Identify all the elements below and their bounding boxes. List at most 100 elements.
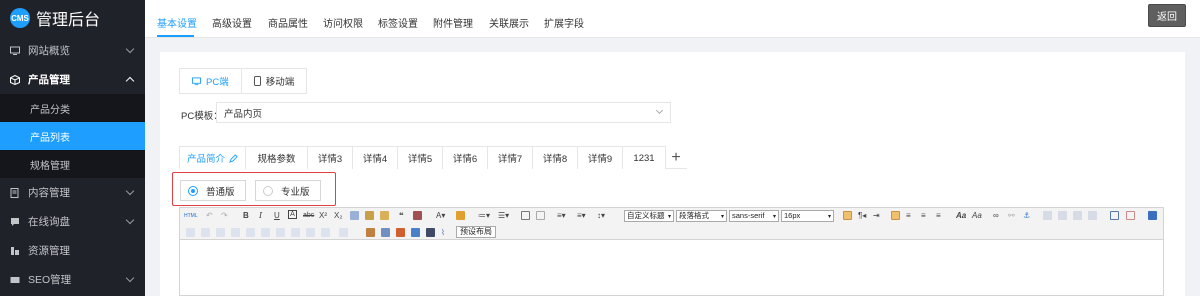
image-right-icon[interactable] [1073,211,1082,220]
unordered-list-icon[interactable]: ☰▾ [498,210,509,222]
lowercase-icon[interactable]: Aa [972,210,982,222]
page-break-icon[interactable] [426,228,435,237]
fullscreen-icon[interactable] [1148,211,1157,220]
align-center-icon[interactable]: ≡ [906,210,911,222]
tab-mobile[interactable]: 移动端 [242,69,307,93]
sidebar-item-inquiry[interactable]: 在线询盘 [0,207,145,236]
italic-icon[interactable]: I [259,210,262,222]
tab-tag-settings[interactable]: 标签设置 [378,15,418,30]
clear-doc-icon[interactable] [536,211,545,220]
tab-pc[interactable]: PC端 [180,69,242,93]
image-left-icon[interactable] [1058,211,1067,220]
insert-video-icon[interactable] [396,228,405,237]
table-props-icon[interactable] [339,228,348,237]
detail-tab-3[interactable]: 详情3 [307,146,353,169]
delete-col-icon[interactable] [231,228,240,237]
template-select[interactable]: 产品内页 [216,102,671,123]
uppercase-icon[interactable]: Aa [956,210,966,222]
add-detail-tab-button[interactable]: + [665,146,687,169]
merge-cells-icon[interactable] [246,228,255,237]
merge-down-icon[interactable] [276,228,285,237]
paste-text-icon[interactable] [413,211,422,220]
merge-right-icon[interactable] [261,228,270,237]
tab-attachment-management[interactable]: 附件管理 [433,15,473,30]
link-icon[interactable]: ∞ [993,210,999,222]
insert-image-icon[interactable] [366,228,375,237]
ordered-list-icon[interactable]: ≔▾ [478,210,490,222]
auto-format-icon[interactable] [380,211,389,220]
superscript-icon[interactable]: X² [319,210,327,222]
multi-image-icon[interactable] [381,228,390,237]
highlight-color-icon[interactable] [456,211,465,220]
split-cells-icon[interactable] [291,228,300,237]
detail-tab-6[interactable]: 详情6 [442,146,488,169]
detail-tab-8[interactable]: 详情8 [532,146,578,169]
undo-icon[interactable]: ↶ [206,210,213,222]
sidebar-item-product-list[interactable]: 产品列表 [0,122,145,150]
detail-tab-7[interactable]: 详情7 [487,146,533,169]
paragraph-format-select[interactable]: 段落格式 ▾ [676,210,727,222]
preset-layout-button[interactable]: 预设布局 [456,226,496,238]
sidebar-item-spec-management[interactable]: 规格管理 [0,150,145,178]
ltr-direction-icon[interactable] [843,211,852,220]
split-rows-icon[interactable] [306,228,315,237]
align-right-icon[interactable]: ≡ [921,210,926,222]
detail-tab-5[interactable]: 详情5 [397,146,443,169]
line-height-icon[interactable]: ↕▾ [597,210,605,222]
bold-icon[interactable]: B [243,210,249,222]
image-center-icon[interactable] [1088,211,1097,220]
row-spacing-bottom-icon[interactable]: ≡▾ [577,210,586,222]
tab-related-display[interactable]: 关联展示 [489,15,529,30]
back-button[interactable]: 返回 [1148,4,1186,27]
edition-pro-radio[interactable]: 专业版 [255,180,321,201]
select-all-icon[interactable] [521,211,530,220]
sidebar-item-product-category[interactable]: 产品分类 [0,94,145,122]
redo-icon[interactable]: ↷ [221,210,228,222]
anchor-icon[interactable]: ⚓ [1023,210,1030,222]
font-family-select[interactable]: sans-serif ▾ [729,210,779,222]
format-brush-icon[interactable] [365,211,374,220]
indent-icon[interactable]: ⇥ [873,210,880,222]
image-none-icon[interactable] [1043,211,1052,220]
insert-date-icon[interactable] [411,228,420,237]
detail-tab-9[interactable]: 详情9 [577,146,623,169]
tab-product-attributes[interactable]: 商品属性 [268,15,308,30]
underline-icon[interactable]: U [274,210,280,222]
detail-tab-intro[interactable]: 产品简介 [179,146,246,169]
row-spacing-top-icon[interactable]: ≡▾ [557,210,566,222]
html-source-button[interactable]: HTML [184,210,198,222]
strikethrough-icon[interactable]: abc [303,210,314,222]
sidebar-item-overview[interactable]: 网站概览 [0,36,145,65]
split-cols-icon[interactable] [321,228,330,237]
sidebar-item-seo[interactable]: SEO管理 [0,265,145,294]
logo[interactable]: CMS 管理后台 [0,0,145,36]
custom-heading-select[interactable]: 自定义标题 ▾ [624,210,674,222]
unlink-icon[interactable]: ⚯ [1008,210,1015,222]
sidebar-item-products[interactable]: 产品管理 [0,65,145,94]
tab-basic-settings[interactable]: 基本设置 [157,15,197,30]
tab-extended-fields[interactable]: 扩展字段 [544,15,584,30]
align-justify-icon[interactable]: ≡ [936,210,941,222]
blockquote-icon[interactable]: ❝ [399,210,404,222]
eraser-icon[interactable] [350,211,359,220]
delete-table-icon[interactable] [1126,211,1135,220]
font-size-select[interactable]: 16px ▾ [781,210,834,222]
detail-tab-specs[interactable]: 规格参数 [245,146,308,169]
sidebar-item-resources[interactable]: 资源管理 [0,236,145,265]
delete-row-icon[interactable] [201,228,210,237]
insert-col-icon[interactable] [216,228,225,237]
detail-tab-4[interactable]: 详情4 [352,146,398,169]
rtl-direction-icon[interactable]: ¶◂ [858,210,866,222]
tab-access-permissions[interactable]: 访问权限 [323,15,363,30]
page-scrollbar[interactable] [1185,38,1200,296]
attachment-icon[interactable]: ⌇ [441,227,445,239]
detail-tab-1231[interactable]: 1231 [622,146,666,169]
table-icon[interactable] [1110,211,1119,220]
tab-advanced-settings[interactable]: 高级设置 [212,15,252,30]
font-color-icon[interactable]: A▾ [436,210,445,222]
subscript-icon[interactable]: X₂ [334,210,342,222]
align-left-icon[interactable] [891,211,900,220]
edition-standard-radio[interactable]: 普通版 [180,180,246,201]
font-border-icon[interactable]: A [288,210,297,219]
insert-row-icon[interactable] [186,228,195,237]
